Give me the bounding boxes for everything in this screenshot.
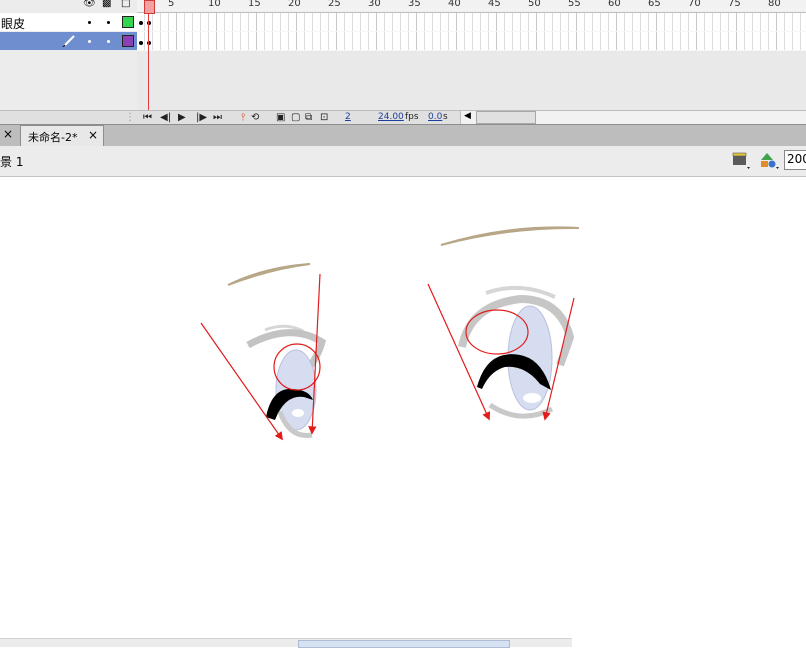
tab-label: 未命名-2* bbox=[28, 131, 78, 144]
onion-outline-icon[interactable]: ▢ bbox=[291, 111, 300, 124]
lock-dot[interactable] bbox=[107, 21, 110, 24]
layer-list: 👁 ▩ □ 眼皮 bbox=[0, 0, 137, 110]
lock-icon[interactable]: ▩ bbox=[102, 0, 111, 9]
center-frame-icon[interactable]: ⫯ bbox=[241, 111, 245, 124]
current-frame[interactable]: 2 bbox=[345, 111, 351, 124]
ruler-number: 35 bbox=[408, 0, 421, 9]
frame-strip[interactable] bbox=[137, 13, 806, 31]
close-icon[interactable]: × bbox=[3, 127, 13, 141]
ruler-number: 65 bbox=[648, 0, 661, 9]
edit-symbols-icon[interactable] bbox=[758, 151, 782, 171]
last-frame-icon[interactable]: ⏭ bbox=[213, 111, 222, 124]
zoom-input[interactable]: 200 bbox=[784, 150, 806, 170]
lock-dot[interactable] bbox=[107, 40, 110, 43]
fps-unit: fps bbox=[405, 112, 419, 122]
right-eye-drawing[interactable] bbox=[427, 226, 580, 421]
ruler-number: 25 bbox=[328, 0, 341, 9]
zoom-value: 200 bbox=[787, 152, 806, 166]
ruler-number: 10 bbox=[208, 0, 221, 9]
elapsed-time[interactable]: 0.0 bbox=[428, 111, 442, 124]
edit-bar: 景 1 bbox=[0, 146, 806, 177]
edit-multiple-frames-icon[interactable]: ⧉ bbox=[305, 111, 312, 124]
document-tab-bar: × bbox=[0, 124, 806, 147]
step-back-icon[interactable]: ◀| bbox=[160, 111, 171, 124]
eye-icon[interactable]: 👁 bbox=[83, 0, 96, 9]
frame-ruler[interactable]: 5 10 15 20 25 30 35 40 45 50 55 60 65 70… bbox=[137, 0, 806, 13]
step-forward-icon[interactable]: |▶ bbox=[196, 111, 207, 124]
left-eye-drawing[interactable] bbox=[200, 263, 327, 441]
ruler-number: 15 bbox=[248, 0, 261, 9]
layer-row-eyelid[interactable]: 眼皮 bbox=[0, 13, 137, 31]
tab-document[interactable]: 未命名-2* × bbox=[20, 125, 104, 147]
visibility-dot[interactable] bbox=[88, 40, 91, 43]
layer-outline-color[interactable] bbox=[122, 16, 134, 28]
ruler-number: 20 bbox=[288, 0, 301, 9]
frame-strip[interactable] bbox=[137, 32, 806, 50]
ruler-number: 40 bbox=[448, 0, 461, 9]
ruler-number: 70 bbox=[688, 0, 701, 9]
stage-drawing[interactable] bbox=[0, 177, 806, 638]
visibility-dot[interactable] bbox=[88, 21, 91, 24]
onion-skin-icon[interactable]: ▣ bbox=[276, 111, 285, 124]
scene-label[interactable]: 景 1 bbox=[0, 153, 23, 170]
ruler-number: 50 bbox=[528, 0, 541, 9]
play-icon[interactable]: ▶ bbox=[178, 111, 186, 124]
grip-icon[interactable]: ⋮ bbox=[125, 111, 135, 124]
time-unit: s bbox=[443, 112, 448, 122]
playhead[interactable] bbox=[144, 0, 155, 14]
tab-close-icon[interactable]: × bbox=[88, 128, 98, 142]
first-frame-icon[interactable]: ⏮ bbox=[143, 111, 152, 124]
ruler-number: 5 bbox=[168, 0, 175, 9]
keyframe[interactable] bbox=[139, 21, 143, 25]
ruler-number: 55 bbox=[568, 0, 581, 9]
scroll-left-icon[interactable]: ◀ bbox=[464, 110, 471, 123]
empty-frames-area bbox=[137, 51, 806, 110]
fps-value[interactable]: 24.00 bbox=[378, 111, 404, 124]
edit-scene-icon[interactable] bbox=[731, 151, 753, 171]
stage-scroll-thumb[interactable] bbox=[298, 640, 510, 648]
ruler-number: 80 bbox=[768, 0, 781, 9]
layer-name: 眼皮 bbox=[1, 17, 26, 31]
ruler-number: 30 bbox=[368, 0, 381, 9]
layer-outline-color[interactable] bbox=[122, 35, 134, 47]
ruler-number: 45 bbox=[488, 0, 501, 9]
pencil-icon[interactable] bbox=[62, 35, 76, 47]
layer-row-active[interactable] bbox=[0, 32, 137, 50]
outline-square-icon[interactable]: □ bbox=[121, 0, 130, 9]
modify-onion-markers-icon[interactable]: ⊡ bbox=[320, 111, 328, 124]
keyframe[interactable] bbox=[139, 41, 143, 45]
ruler-number: 75 bbox=[728, 0, 741, 9]
timeline-scroll-thumb[interactable] bbox=[476, 111, 536, 124]
ruler-number: 60 bbox=[608, 0, 621, 9]
loop-icon[interactable]: ⟲ bbox=[251, 111, 259, 124]
stage[interactable] bbox=[0, 177, 806, 638]
playhead-line bbox=[148, 0, 149, 110]
